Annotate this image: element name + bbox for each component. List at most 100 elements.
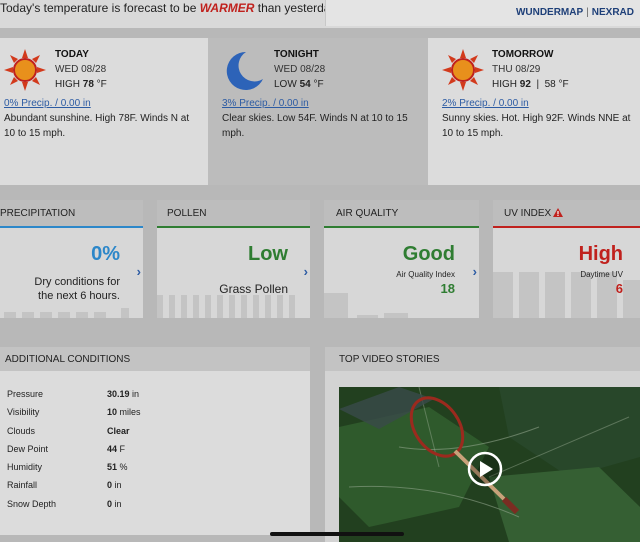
warmer-keyword: WARMER	[199, 1, 255, 15]
top-video-stories-panel: TOP VIDEO STORIES	[325, 347, 640, 542]
air-quality-card[interactable]: AIR QUALITY Good Air Quality Index 18 ›	[324, 200, 479, 318]
temp-value: 54	[299, 79, 311, 90]
value: 30.19	[107, 389, 130, 399]
pollen-bar	[241, 295, 247, 318]
period-date: WED 08/28	[274, 64, 326, 75]
temp-unit: °F	[310, 79, 324, 90]
temp-unit: °F	[93, 79, 107, 90]
value: Clear	[107, 426, 130, 436]
moon-icon	[226, 51, 263, 90]
precipitation-card[interactable]: PRECIPITATION 0% Dry conditions for the …	[0, 200, 143, 318]
precip-summary-line2: the next 6 hours.	[38, 290, 120, 302]
forecast-description: Abundant sunshine. High 78F. Winds N at …	[4, 113, 190, 139]
home-indicator[interactable]	[270, 532, 404, 536]
aqi-level: Good	[402, 243, 455, 265]
precip-link[interactable]: 2% Precip. / 0.00 in	[442, 98, 529, 109]
low-temperature: LOW 54 °F	[274, 79, 324, 90]
aqi-bar	[384, 313, 408, 318]
chevron-right-icon[interactable]: ›	[304, 264, 308, 279]
precip-link[interactable]: 0% Precip. / 0.00 in	[4, 98, 91, 109]
condition-label-snow-depth: Snow Depth	[7, 499, 57, 509]
condition-value-pressure: 30.19 in	[107, 389, 139, 399]
condition-label-humidity: Humidity	[7, 462, 43, 472]
uv-label: Daytime UV	[580, 270, 623, 279]
period-title: TONIGHT	[274, 49, 319, 60]
nexrad-link[interactable]: NEXRAD	[592, 7, 634, 18]
precip-link[interactable]: 3% Precip. / 0.00 in	[222, 98, 309, 109]
card-accent-line	[493, 226, 640, 228]
panel-title: ADDITIONAL CONDITIONS	[5, 354, 131, 365]
precip-bar	[58, 312, 70, 318]
forecast-description: Clear skies. Low 54F. Winds N at 10 to 1…	[222, 113, 408, 139]
pollen-bar	[181, 295, 187, 318]
condition-label-dew-point: Dew Point	[7, 444, 49, 454]
sun-icon	[4, 49, 46, 91]
condition-label-rainfall: Rainfall	[7, 480, 38, 490]
condition-value-clouds: Clear	[107, 426, 130, 436]
uv-index-card[interactable]: UV INDEX High Daytime UV 6	[493, 200, 640, 318]
video-still	[339, 387, 640, 542]
period-date: THU 08/29	[492, 64, 541, 75]
value: 0	[107, 499, 113, 509]
temp-value: 92	[519, 79, 531, 90]
sun-icon	[442, 49, 484, 91]
card-accent-line	[0, 226, 143, 228]
pollen-bar	[217, 295, 223, 318]
pollen-bar	[157, 295, 163, 318]
precip-bar	[76, 312, 88, 318]
aqi-bar	[324, 293, 348, 318]
value: 0	[107, 480, 113, 490]
pollen-bar	[265, 295, 271, 318]
pollen-level: Low	[248, 243, 288, 265]
card-title: PRECIPITATION	[0, 208, 76, 219]
high-low-temperature: HIGH 92 | 58 °F	[492, 79, 569, 90]
pollen-bar	[205, 295, 211, 318]
pollen-card[interactable]: POLLEN Low Grass Pollen ›	[157, 200, 310, 318]
forecast-tomorrow[interactable]: TOMORROW THU 08/29 HIGH 92 | 58 °F 2% Pr…	[428, 38, 640, 185]
precip-bar	[22, 312, 34, 318]
uv-bar	[623, 280, 640, 318]
forecast-today[interactable]: TODAY WED 08/28 HIGH 78 °F 0% Precip. / …	[0, 38, 208, 185]
panel-title: TOP VIDEO STORIES	[339, 354, 440, 365]
unit: in	[114, 499, 122, 509]
unit: in	[114, 480, 122, 490]
pollen-bar	[229, 295, 235, 318]
aqi-label: Air Quality Index	[396, 270, 455, 279]
value: 51	[107, 462, 118, 472]
low-temp: | 58 °F	[530, 79, 569, 90]
value: 10	[107, 407, 118, 417]
forecast-tonight[interactable]: TONIGHT WED 08/28 LOW 54 °F 3% Precip. /…	[208, 38, 428, 185]
condition-label-clouds: Clouds	[7, 426, 36, 436]
condition-label-visibility: Visibility	[7, 407, 40, 417]
aqi-value: 18	[440, 281, 455, 296]
value: 44	[107, 444, 118, 454]
card-title: POLLEN	[167, 208, 207, 219]
temp-prefix: HIGH	[492, 79, 520, 90]
forecast-description: Sunny skies. Hot. High 92F. Winds NNE at…	[442, 113, 631, 139]
uv-value: 6	[615, 281, 623, 296]
card-title: AIR QUALITY	[336, 208, 399, 219]
banner-text-before: Today's temperature is forecast to be	[0, 1, 200, 15]
period-title: TODAY	[55, 49, 89, 60]
video-thumbnail[interactable]	[339, 387, 640, 542]
pollen-bar	[193, 295, 199, 318]
condition-value-rainfall: 0 in	[107, 480, 122, 490]
map-preview[interactable]: WUNDERMAP | NEXRAD	[325, 0, 640, 26]
chevron-right-icon[interactable]: ›	[473, 264, 477, 279]
condition-value-visibility: 10 miles	[107, 407, 141, 417]
card-accent-line	[324, 226, 479, 228]
unit: F	[119, 444, 126, 454]
period-title: TOMORROW	[492, 49, 554, 60]
temperature-trend-message: Today's temperature is forecast to be WA…	[0, 1, 339, 15]
pollen-bar	[253, 295, 259, 318]
uv-bar	[545, 272, 565, 318]
wundermap-link[interactable]: WUNDERMAP	[516, 7, 583, 18]
pollen-bar	[277, 295, 283, 318]
additional-conditions-panel: ADDITIONAL CONDITIONS Pressure 30.19 in …	[0, 347, 310, 535]
unit: miles	[119, 407, 141, 417]
chevron-right-icon[interactable]: ›	[137, 264, 141, 279]
temp-prefix: HIGH	[55, 79, 83, 90]
pollen-bar	[289, 295, 295, 318]
unit: in	[132, 389, 140, 399]
temp-value: 78	[82, 79, 94, 90]
